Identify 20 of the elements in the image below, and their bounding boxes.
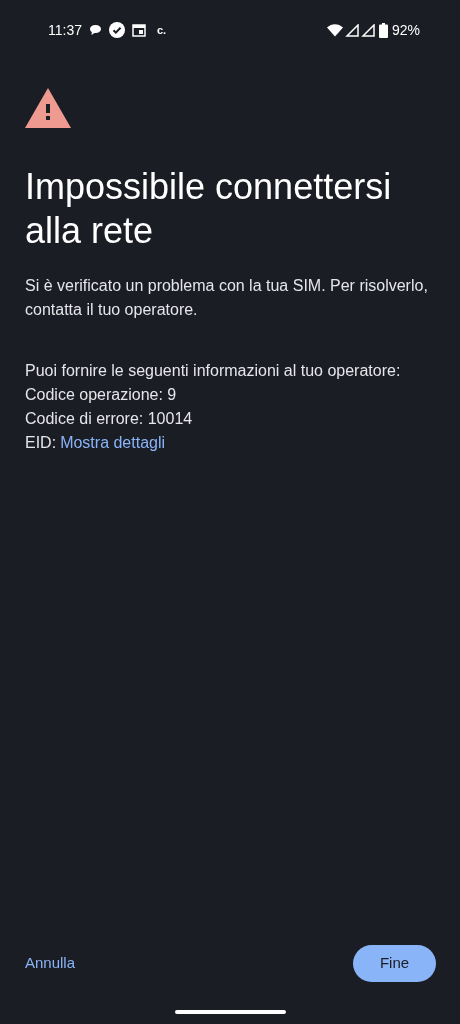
- dialog-title: Impossibile connettersi alla rete: [25, 165, 393, 253]
- battery-percent: 92%: [391, 20, 420, 40]
- error-message: Si è verificato un problema con la tua SIM. Per risolverlo, contatta il tuo operatore.: [25, 276, 429, 320]
- check-circle-icon: [109, 22, 125, 38]
- chat-bubble-icon: [89, 24, 102, 36]
- info-line: Puoi fornire le seguenti informazioni al tuo operatore:: [25, 361, 402, 381]
- status-text: c.: [157, 22, 167, 38]
- signal-icon: [344, 23, 359, 37]
- show-details-link[interactable]: Mostra dettagli: [60, 431, 166, 455]
- signal-icon: [360, 23, 375, 37]
- battery-icon: [378, 22, 388, 38]
- eid-label: EID:: [25, 433, 57, 453]
- cancel-button[interactable]: Annulla: [25, 952, 76, 975]
- info-line: Codice di errore: 10014: [25, 409, 194, 429]
- warning-icon: [25, 88, 71, 128]
- status-time: 11:37: [48, 20, 82, 40]
- done-button[interactable]: Fine: [353, 945, 436, 982]
- info-line: Codice operazione: 9: [25, 385, 178, 405]
- wifi-icon: [326, 23, 343, 37]
- calendar-icon: [132, 23, 146, 37]
